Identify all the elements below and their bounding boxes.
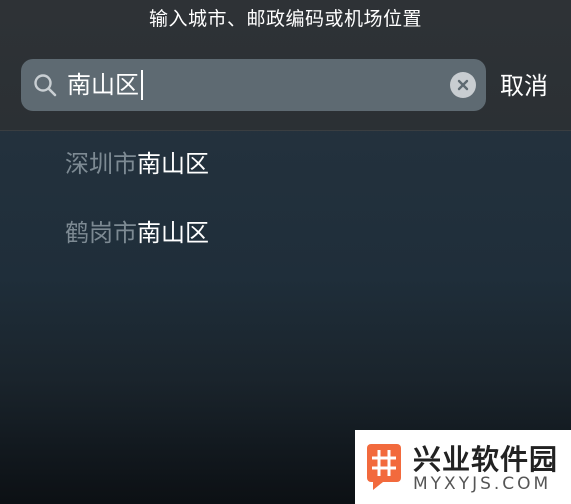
result-prefix: 鹤岗市 (65, 219, 137, 247)
search-prompt: 输入城市、邮政编码或机场位置 (148, 8, 422, 30)
search-icon (34, 74, 57, 97)
hashtag-logo-icon (367, 444, 401, 490)
search-input-value: 南山区 (67, 71, 139, 99)
search-results-list: 深圳市南山区 鹤岗市南山区 (65, 146, 209, 284)
result-match: 南山区 (137, 150, 209, 178)
search-input[interactable]: 南山区 (67, 69, 143, 101)
watermark-url: MYXYJS.COM (413, 474, 552, 494)
result-item[interactable]: 鹤岗市南山区 (65, 215, 209, 251)
result-item[interactable]: 深圳市南山区 (65, 146, 209, 182)
watermark-name: 兴业软件园 (413, 443, 559, 476)
clear-button[interactable] (450, 72, 476, 98)
search-field[interactable]: 南山区 (21, 59, 486, 111)
clear-icon (457, 79, 469, 91)
watermark: 兴业软件园 MYXYJS.COM (355, 430, 571, 504)
result-match: 南山区 (137, 219, 209, 247)
result-prefix: 深圳市 (65, 150, 137, 178)
search-header: 输入城市、邮政编码或机场位置 南山区 取消 (0, 0, 571, 131)
text-caret (141, 70, 143, 100)
cancel-button[interactable]: 取消 (500, 70, 548, 102)
